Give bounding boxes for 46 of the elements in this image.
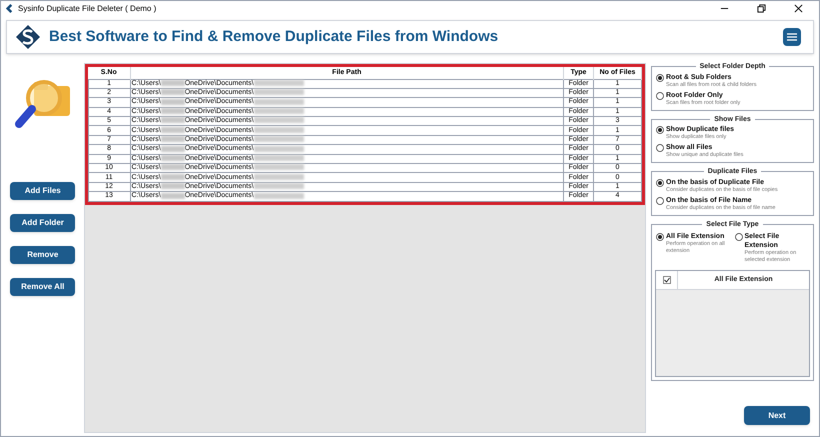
- blurred-text: [254, 192, 304, 199]
- window-title: Sysinfo Duplicate File Deleter ( Demo ): [18, 2, 156, 14]
- blurred-text: [160, 192, 185, 199]
- radio-button[interactable]: [656, 144, 664, 152]
- menu-icon: [787, 33, 797, 41]
- restore-icon[interactable]: [757, 4, 766, 13]
- blurred-text: [254, 126, 304, 133]
- blurred-text: [160, 117, 185, 124]
- blurred-text: [254, 98, 304, 105]
- radio-button[interactable]: [656, 74, 664, 82]
- menu-button[interactable]: [783, 28, 801, 46]
- close-icon[interactable]: [794, 4, 803, 13]
- blurred-text: [160, 136, 185, 142]
- blurred-text: [254, 117, 304, 124]
- header-title: Best Software to Find & Remove Duplicate Files from Windows: [49, 26, 498, 47]
- blurred-text: [160, 126, 185, 133]
- blurred-text: [254, 108, 304, 114]
- blurred-text: [160, 80, 185, 86]
- blurred-text: [254, 89, 304, 96]
- radio-button[interactable]: [656, 196, 664, 204]
- blurred-text: [254, 146, 304, 152]
- next-button[interactable]: Next: [744, 406, 810, 425]
- radio-button[interactable]: [734, 233, 742, 241]
- blurred-text: [254, 136, 304, 142]
- radio-button[interactable]: [656, 126, 664, 134]
- checkbox[interactable]: [662, 276, 670, 284]
- radio-button[interactable]: [656, 178, 664, 186]
- blurred-text: [160, 174, 185, 180]
- blurred-text: [160, 146, 185, 152]
- action-button[interactable]: Add Files: [10, 182, 76, 200]
- blurred-text: [160, 98, 185, 105]
- app-icon: [5, 4, 14, 13]
- logo-icon: [15, 24, 41, 50]
- action-button[interactable]: Remove: [10, 246, 76, 264]
- blurred-text: [254, 164, 304, 170]
- blurred-text: [254, 80, 304, 86]
- radio-button[interactable]: [656, 233, 664, 241]
- blurred-text: [160, 108, 185, 114]
- action-button[interactable]: Remove All: [10, 278, 76, 296]
- blurred-text: [160, 89, 185, 96]
- blurred-text: [254, 174, 304, 180]
- action-button[interactable]: Add Folder: [10, 214, 76, 232]
- blurred-text: [254, 183, 304, 190]
- blurred-text: [160, 164, 185, 170]
- blurred-text: [160, 183, 185, 190]
- radio-button[interactable]: [656, 92, 664, 100]
